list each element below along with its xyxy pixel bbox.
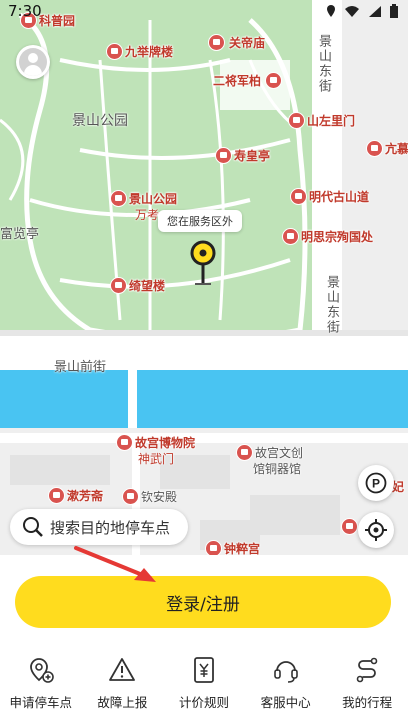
poi-pin-icon xyxy=(288,112,305,129)
svg-text:P: P xyxy=(372,477,380,491)
map-view[interactable]: 7:30 科普园 九举牌楼 关帝庙 二将军柏 山左里门 寿皇亭 亢慕 明代古山道… xyxy=(0,0,408,555)
search-placeholder: 搜索目的地停车点 xyxy=(50,518,171,537)
nav-my-trips[interactable]: 我的行程 xyxy=(326,650,408,720)
poi-jiuju-paifang[interactable]: 九举牌楼 xyxy=(106,43,173,60)
poi-mingsizong-site[interactable]: 明思宗殉国处 xyxy=(282,228,373,245)
street-label-jingshan-east-1: 景山东街 xyxy=(316,34,331,94)
location-status-icon xyxy=(327,5,335,17)
location-apply-icon xyxy=(29,658,54,683)
status-bar: 7:30 xyxy=(0,0,408,24)
poi-pin-icon xyxy=(215,147,232,164)
poi-pin-icon xyxy=(282,228,299,245)
poi-pin-icon xyxy=(110,277,127,294)
poi-palace-cultural[interactable]: 故宫文创 xyxy=(236,444,303,461)
nav-fault-report[interactable]: 故障上报 xyxy=(82,650,164,720)
poi-unnamed-right[interactable] xyxy=(341,518,360,535)
status-icons xyxy=(326,4,398,18)
street-label-jingshan-east-2: 景山东街 xyxy=(324,275,339,335)
yuan-icon xyxy=(194,657,214,683)
route-icon xyxy=(356,657,378,683)
nav-pricing-rules[interactable]: 计价规则 xyxy=(163,650,245,720)
poi-qiwang-tower[interactable]: 绮望楼 xyxy=(110,277,165,294)
poi-pin-icon xyxy=(265,72,283,89)
user-avatar-button[interactable] xyxy=(16,45,50,79)
poi-pin-icon xyxy=(290,188,307,205)
status-time: 7:30 xyxy=(8,2,42,20)
poi-shufang-zhai[interactable]: 漱芳斋 xyxy=(48,487,103,504)
poi-shenwu-gate: 神武门 xyxy=(138,452,175,466)
poi-pin-icon xyxy=(236,444,253,461)
nav-customer-service[interactable]: 客服中心 xyxy=(245,650,327,720)
poi-pin-icon xyxy=(208,34,225,51)
poi-palace-museum[interactable]: 故宫博物院 xyxy=(116,434,195,451)
bottom-nav: 申请停车点 故障上报 计价规则 客服中心 我的行程 xyxy=(0,650,408,720)
poi-pin-icon xyxy=(205,540,222,555)
poi-pin-icon xyxy=(106,43,123,60)
parking-icon: P xyxy=(365,472,387,494)
poi-guandi-temple[interactable]: 关帝庙 xyxy=(208,34,265,51)
poi-zhongcui-palace[interactable]: 钟粹宫 xyxy=(205,540,260,555)
battery-icon xyxy=(390,4,398,18)
poi-pin-icon xyxy=(110,190,127,207)
poi-fulan-pavilion: 富览亭 xyxy=(0,227,40,242)
poi-shouhuang-pavilion[interactable]: 寿皇亭 xyxy=(215,147,270,164)
poi-ming-ancient-path[interactable]: 明代古山道 xyxy=(290,188,369,205)
poi-jingshan-park[interactable]: 景山公园 xyxy=(110,190,177,207)
poi-pin-icon xyxy=(116,434,133,451)
crosshair-icon xyxy=(365,519,387,541)
poi-pin-icon xyxy=(341,518,358,535)
area-label-jingshan-park: 景山公园 xyxy=(72,113,128,129)
poi-pin-icon xyxy=(366,140,383,157)
parking-toggle-button[interactable]: P xyxy=(358,465,394,501)
current-location-marker xyxy=(190,240,216,285)
service-area-tooltip: 您在服务区外 xyxy=(158,210,242,232)
poi-pin-icon xyxy=(48,487,65,504)
pointer-arrow-icon xyxy=(74,546,156,582)
wifi-icon xyxy=(345,5,359,17)
signal-icon xyxy=(369,5,381,17)
poi-qinan-hall[interactable]: 钦安殿 xyxy=(122,488,177,505)
headset-icon xyxy=(273,661,298,683)
locate-me-button[interactable] xyxy=(358,512,394,548)
poi-kangmu[interactable]: 亢慕 xyxy=(366,140,408,157)
poi-shanzuo-limen[interactable]: 山左里门 xyxy=(288,112,355,129)
poi-bronze-hall: 馆铜器馆 xyxy=(253,462,302,476)
poi-erjiangjun-bai[interactable]: 二将军柏 xyxy=(213,72,284,89)
poi-pin-icon xyxy=(122,488,139,505)
nav-apply-parking[interactable]: 申请停车点 xyxy=(0,650,82,720)
poi-wan-sub: 万考 xyxy=(135,208,160,222)
search-icon xyxy=(23,517,43,537)
avatar-icon xyxy=(19,48,47,76)
street-label-jingshan-front: 景山前街 xyxy=(54,360,107,375)
warning-icon xyxy=(109,658,136,681)
